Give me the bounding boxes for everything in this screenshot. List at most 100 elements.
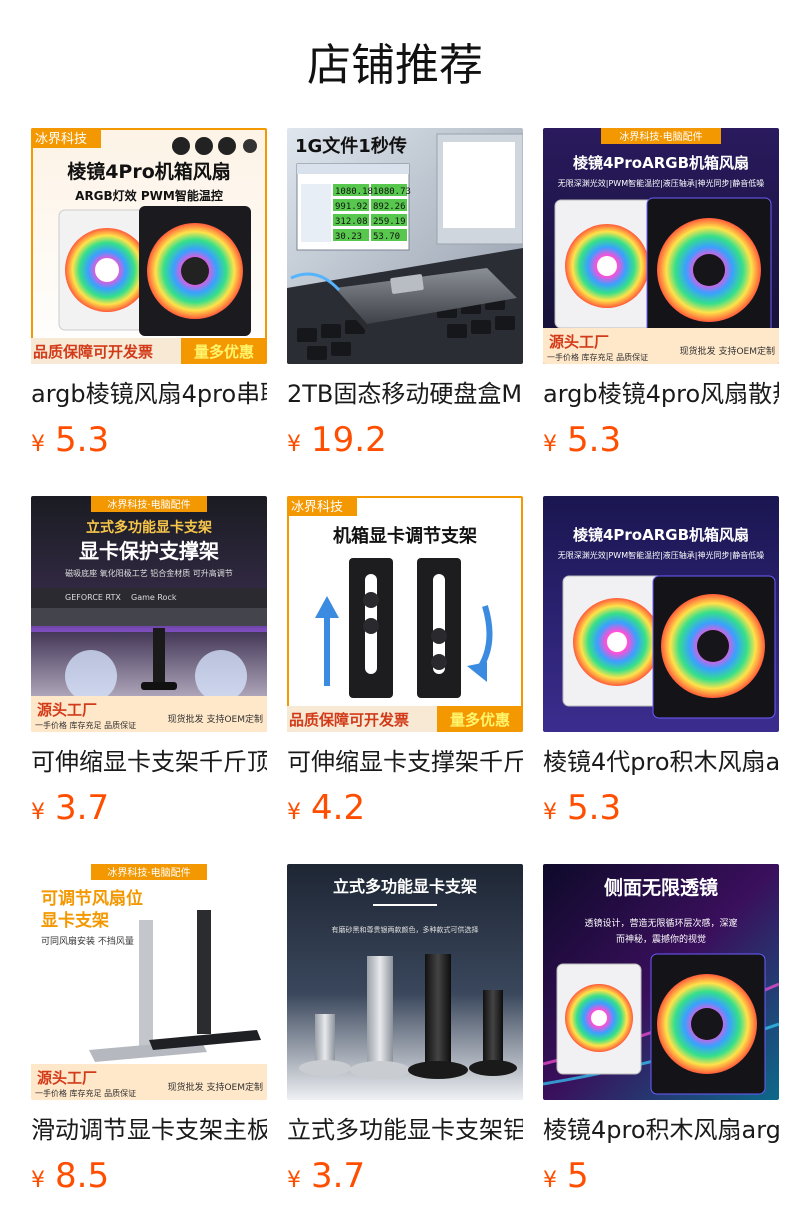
stat-value: 259.19: [373, 217, 406, 227]
stat-value: 30.23: [335, 232, 362, 242]
page-title: 店铺推荐: [307, 40, 483, 91]
thumb-headline: 1G文件1秒传: [295, 135, 407, 157]
product-price: ¥19.2: [287, 418, 523, 462]
badge-title: 源头工厂: [37, 701, 97, 719]
price-currency: ¥: [31, 800, 45, 825]
price-currency: ¥: [543, 1168, 557, 1193]
price-value: 5.3: [567, 420, 622, 460]
product-image[interactable]: 冰界科技 机箱显卡调节支架 品质保障可开发票 量多优惠: [287, 496, 523, 732]
thumb-footer-right: 量多优惠: [194, 343, 254, 361]
thumb-headline: 侧面无限透镜: [604, 876, 718, 899]
stat-value: 312.08: [335, 217, 368, 227]
badge-title: 源头工厂: [549, 333, 609, 351]
price-currency: ¥: [287, 1168, 301, 1193]
gpu-label: Game Rock: [131, 593, 177, 602]
thumb-footer-left: 品质保障可开发票: [289, 711, 409, 729]
brand-label: 冰界科技: [291, 499, 343, 514]
badge-title: 源头工厂: [37, 1069, 97, 1087]
price-value: 8.5: [55, 1156, 110, 1196]
product-name[interactable]: 棱镜4代pro积木风扇argb: [543, 746, 779, 778]
product-card[interactable]: 立式多功能显卡支架 有磨砂黑和尊贵银两款颜色，多种款式可供选择 立式多功能显卡支…: [287, 864, 523, 1198]
thumb-footer-right: 量多优惠: [450, 711, 510, 729]
product-image[interactable]: 1G文件1秒传 1080.18 1080.73 991.92 892.26 31…: [287, 128, 523, 364]
brand-label: 冰界科技·电脑配件: [107, 498, 190, 511]
badge-right: 现货批发 支持OEM定制: [168, 1081, 263, 1093]
price-currency: ¥: [287, 800, 301, 825]
product-image[interactable]: 冰界科技·电脑配件 棱镜4ProARGB机箱风扇 无限深渊光效|PWM智能温控|…: [543, 128, 779, 364]
thumb-subline: ARGB灯效 PWM智能温控: [75, 188, 223, 203]
product-name[interactable]: 可伸缩显卡支撑架千斤顶: [287, 746, 523, 778]
thumb-subline: 显卡支架: [41, 910, 109, 931]
thumb-features: 磁吸底座 氧化阳极工艺 铝合金材质 可升高调节: [65, 568, 233, 578]
stat-value: 892.26: [373, 202, 406, 212]
product-name[interactable]: argb棱镜风扇4pro串联: [31, 378, 267, 410]
product-name[interactable]: 2TB固态移动硬盘盒M.2: [287, 378, 523, 410]
price-value: 5.3: [567, 788, 622, 828]
thumb-subline: 无限深渊光效|PWM智能温控|液压轴承|神光同步|静音低噪: [558, 178, 764, 188]
product-card[interactable]: 冰界科技 棱镜4Pro机箱风扇 ARGB灯效 PWM智能温控 品质保障可开发票 …: [31, 128, 267, 462]
thumb-headline: 立式多功能显卡支架: [86, 519, 212, 536]
thumb-headline: 棱镜4ProARGB机箱风扇: [573, 526, 749, 544]
thumb-headline: 棱镜4Pro机箱风扇: [67, 160, 231, 183]
price-value: 4.2: [311, 788, 366, 828]
price-value: 3.7: [55, 788, 110, 828]
brand-label: 冰界科技·电脑配件: [619, 130, 702, 143]
price-currency: ¥: [31, 432, 45, 457]
product-card[interactable]: 冰界科技·电脑配件 立式多功能显卡支架 显卡保护支撑架 磁吸底座 氧化阳极工艺 …: [31, 496, 267, 830]
stat-value: 1080.73: [373, 187, 411, 197]
gpu-label: GEFORCE RTX: [65, 593, 121, 602]
price-currency: ¥: [287, 432, 301, 457]
product-image[interactable]: 冰界科技·电脑配件 立式多功能显卡支架 显卡保护支撑架 磁吸底座 氧化阳极工艺 …: [31, 496, 267, 732]
badge-sub: 一手价格 库存充足 品质保证: [547, 352, 648, 362]
product-card[interactable]: 1G文件1秒传 1080.18 1080.73 991.92 892.26 31…: [287, 128, 523, 462]
product-image[interactable]: 冰界科技 棱镜4Pro机箱风扇 ARGB灯效 PWM智能温控 品质保障可开发票 …: [31, 128, 267, 364]
product-name[interactable]: 滑动调节显卡支架主板: [31, 1114, 267, 1146]
product-price: ¥3.7: [287, 1154, 523, 1198]
product-card[interactable]: 侧面无限透镜 透镜设计，营造无限循环层次感，深邃 而神秘，震撼你的视觉 棱镜4p…: [543, 864, 779, 1198]
thumb-subline: 而神秘，震撼你的视觉: [616, 933, 706, 945]
product-price: ¥5.3: [543, 418, 779, 462]
product-price: ¥5.3: [543, 786, 779, 830]
product-price: ¥3.7: [31, 786, 267, 830]
product-image[interactable]: 棱镜4ProARGB机箱风扇 无限深渊光效|PWM智能温控|液压轴承|神光同步|…: [543, 496, 779, 732]
thumb-subline: 无限深渊光效|PWM智能温控|液压轴承|神光同步|静音低噪: [558, 550, 764, 560]
thumb-headline: 棱镜4ProARGB机箱风扇: [573, 154, 749, 172]
product-name[interactable]: 立式多功能显卡支架铝合金: [287, 1114, 523, 1146]
badge-sub: 一手价格 库存充足 品质保证: [35, 1088, 136, 1098]
price-value: 3.7: [311, 1156, 366, 1196]
thumb-note: 可同风扇安装 不挡风量: [41, 935, 134, 947]
price-value: 5.3: [55, 420, 110, 460]
product-price: ¥8.5: [31, 1154, 267, 1198]
price-currency: ¥: [543, 432, 557, 457]
product-price: ¥5: [543, 1154, 779, 1198]
badge-right: 现货批发 支持OEM定制: [168, 713, 263, 725]
product-image[interactable]: 立式多功能显卡支架 有磨砂黑和尊贵银两款颜色，多种款式可供选择: [287, 864, 523, 1100]
product-price: ¥5.3: [31, 418, 267, 462]
product-card[interactable]: 冰界科技·电脑配件 可调节风扇位 显卡支架 可同风扇安装 不挡风量 源头工厂 一…: [31, 864, 267, 1198]
thumb-subline: 显卡保护支撑架: [79, 539, 219, 563]
product-name[interactable]: 棱镜4pro积木风扇argb: [543, 1114, 779, 1146]
brand-label: 冰界科技·电脑配件: [107, 866, 190, 879]
thumb-subline: 透镜设计，营造无限循环层次感，深邃: [584, 917, 737, 929]
thumb-subline: 有磨砂黑和尊贵银两款颜色，多种款式可供选择: [332, 925, 479, 934]
stat-value: 991.92: [335, 202, 368, 212]
thumb-headline: 机箱显卡调节支架: [333, 525, 477, 547]
price-currency: ¥: [543, 800, 557, 825]
product-image[interactable]: 冰界科技·电脑配件 可调节风扇位 显卡支架 可同风扇安装 不挡风量 源头工厂 一…: [31, 864, 267, 1100]
product-image[interactable]: 侧面无限透镜 透镜设计，营造无限循环层次感，深邃 而神秘，震撼你的视觉: [543, 864, 779, 1100]
product-name[interactable]: argb棱镜4pro风扇散热: [543, 378, 779, 410]
stat-value: 53.70: [373, 232, 400, 242]
thumb-headline: 立式多功能显卡支架: [333, 877, 477, 896]
badge-sub: 一手价格 库存充足 品质保证: [35, 720, 136, 730]
price-currency: ¥: [31, 1168, 45, 1193]
product-name[interactable]: 可伸缩显卡支架千斤顶: [31, 746, 267, 778]
product-card[interactable]: 冰界科技 机箱显卡调节支架 品质保障可开发票 量多优惠 可伸缩显卡支撑架千斤 ¥…: [287, 496, 523, 830]
brand-label: 冰界科技: [35, 131, 87, 146]
thumb-headline: 可调节风扇位: [41, 888, 143, 909]
price-value: 5: [567, 1156, 589, 1196]
product-card[interactable]: 棱镜4ProARGB机箱风扇 无限深渊光效|PWM智能温控|液压轴承|神光同步|…: [543, 496, 779, 830]
stat-value: 1080.18: [335, 187, 373, 197]
price-value: 19.2: [311, 420, 387, 460]
badge-right: 现货批发 支持OEM定制: [680, 345, 775, 357]
product-card[interactable]: 冰界科技·电脑配件 棱镜4ProARGB机箱风扇 无限深渊光效|PWM智能温控|…: [543, 128, 779, 462]
